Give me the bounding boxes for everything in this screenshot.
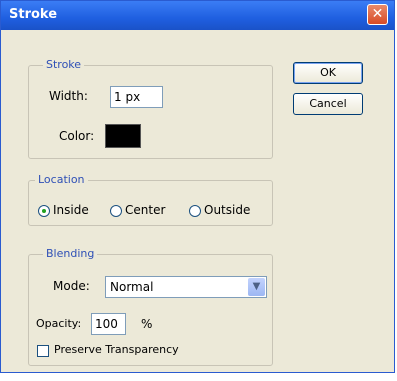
- radio-outside[interactable]: [189, 205, 201, 217]
- mode-select[interactable]: Normal ▼: [105, 276, 267, 298]
- location-group: Location Inside Center Outside: [28, 173, 273, 226]
- cancel-button[interactable]: Cancel: [293, 93, 363, 115]
- opacity-label: Opacity:: [36, 317, 82, 330]
- opacity-unit: %: [141, 317, 153, 331]
- blending-group: Blending Mode: Normal ▼ Opacity: 100 % P…: [28, 247, 273, 366]
- opacity-input[interactable]: 100: [91, 313, 126, 335]
- window-title: Stroke: [9, 7, 58, 22]
- color-swatch[interactable]: [105, 124, 141, 148]
- chevron-down-icon[interactable]: ▼: [248, 278, 265, 296]
- stroke-dialog: Stroke ✕ Stroke Width: 1 px Color: Locat…: [0, 0, 395, 373]
- ok-button[interactable]: OK: [293, 62, 363, 84]
- radio-outside-label[interactable]: Outside: [204, 203, 250, 217]
- location-legend: Location: [35, 173, 88, 187]
- close-button[interactable]: ✕: [367, 4, 388, 25]
- blending-legend: Blending: [43, 247, 98, 261]
- stroke-legend: Stroke: [43, 58, 85, 72]
- width-label: Width:: [49, 89, 88, 103]
- close-icon: ✕: [371, 6, 384, 22]
- width-input[interactable]: 1 px: [110, 86, 163, 108]
- preserve-label[interactable]: Preserve Transparency: [54, 343, 179, 356]
- radio-selected-dot: [42, 209, 46, 213]
- title-bar: Stroke ✕: [1, 1, 394, 30]
- stroke-group: Stroke Width: 1 px Color:: [28, 58, 273, 159]
- radio-center-label[interactable]: Center: [125, 203, 165, 217]
- color-label: Color:: [59, 129, 95, 143]
- preserve-checkbox[interactable]: [37, 345, 49, 357]
- mode-value: Normal: [110, 280, 154, 294]
- radio-inside[interactable]: [38, 205, 50, 217]
- radio-center[interactable]: [110, 205, 122, 217]
- radio-inside-label[interactable]: Inside: [53, 203, 89, 217]
- mode-label: Mode:: [53, 279, 90, 293]
